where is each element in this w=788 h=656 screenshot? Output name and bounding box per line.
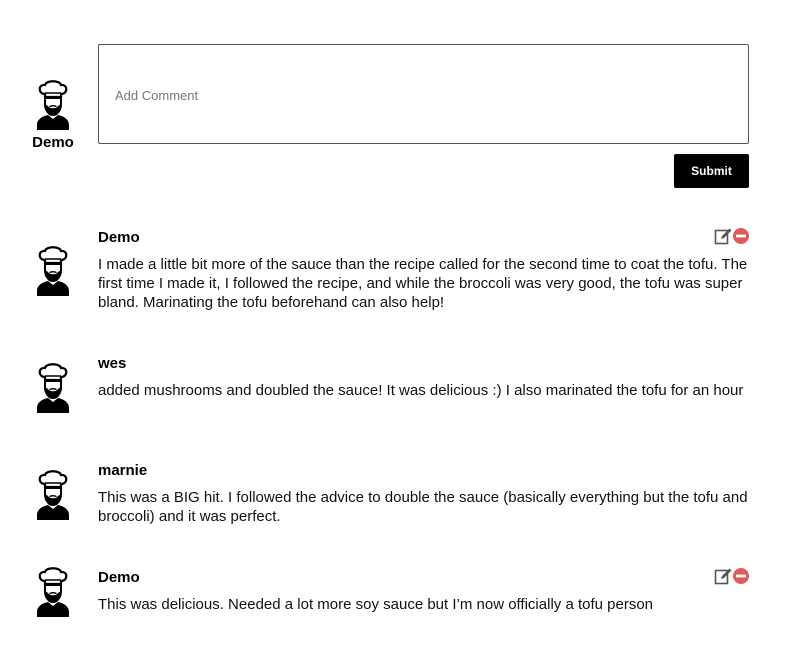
comment-input-box[interactable] [98,44,749,144]
submit-button[interactable]: Submit [674,154,749,188]
chef-avatar-icon [37,363,69,413]
comment-avatar [23,470,83,520]
delete-icon[interactable] [732,567,750,585]
comment-text: added mushrooms and doubled the sauce! I… [98,382,744,399]
composer-avatar: Demo [23,80,83,151]
comment-actions [714,567,750,585]
comment-input[interactable] [99,45,748,143]
comment-author: Demo [98,229,140,246]
comment-avatar [23,246,83,296]
chef-avatar-icon [37,246,69,296]
composer-user-name: Demo [32,134,74,151]
edit-icon[interactable] [714,227,732,245]
comment-actions [714,227,750,245]
edit-icon[interactable] [714,567,732,585]
comment-author: marnie [98,462,148,479]
delete-icon[interactable] [732,227,750,245]
comment-text: This was a BIG hit. I followed the advic… [98,489,748,525]
chef-avatar-icon [37,80,69,130]
comment-text: This was delicious. Needed a lot more so… [98,596,653,613]
comment-author: wes [98,355,127,372]
comment-author: Demo [98,569,140,586]
comment-text: I made a little bit more of the sauce th… [98,256,748,311]
chef-avatar-icon [37,470,69,520]
chef-avatar-icon [37,567,69,617]
comment-avatar [23,567,83,617]
comment-avatar [23,363,83,413]
